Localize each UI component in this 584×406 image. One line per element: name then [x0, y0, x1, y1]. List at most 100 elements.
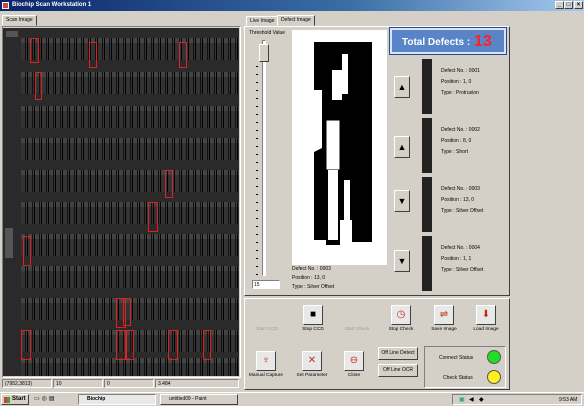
prev-defect-button[interactable]: ▲	[394, 136, 410, 158]
start-label: Start	[12, 396, 26, 402]
start-ccd-label: Start CCD	[256, 327, 278, 332]
status-coords: (7952,3813)	[2, 379, 52, 388]
close-label: Close	[347, 373, 361, 378]
explorer-icon[interactable]: ▤	[49, 396, 57, 402]
chip-row	[21, 106, 239, 128]
last-defect-button[interactable]: ▼	[394, 250, 410, 272]
load-image-button[interactable]: ⬇ Load Image	[466, 302, 506, 344]
connect-status-label: Connect Status	[439, 355, 474, 361]
defect-no: Defect No. : 0003	[441, 186, 480, 192]
threshold-track	[262, 40, 266, 276]
defect-pos: Position : 13, 0	[441, 197, 475, 203]
chip-row	[21, 266, 239, 288]
taskbar-item-biochip[interactable]: Biochip	[78, 394, 156, 405]
defect-marker[interactable]	[168, 330, 178, 360]
chip-row	[21, 358, 239, 376]
app-icon	[2, 2, 9, 9]
total-defects-label: Total Defects :	[402, 37, 471, 48]
defect-details: Defect No. : 0003 Position : 13, 0 Type …	[441, 184, 483, 217]
defect-marker[interactable]	[203, 330, 211, 360]
taskbar-item-paint[interactable]: untitled09 - Paint	[160, 394, 238, 405]
stop-check-label: Stop Check	[388, 327, 414, 332]
start-check-label: Start Check	[344, 327, 370, 332]
defect-marker[interactable]	[148, 202, 158, 232]
defect-item[interactable]: Defect No. : 0001 Position : 1, 0 Type :…	[416, 58, 508, 115]
tab-defect-image[interactable]: Defect Image	[277, 15, 315, 26]
stop-ccd-button[interactable]: ■ Stop CCD	[292, 302, 334, 344]
defect-pos: Position : 1, 0	[441, 79, 472, 85]
volume-icon[interactable]: ◀	[469, 396, 474, 403]
defect-details: Defect No. : 0004 Position : 1, 1 Type :…	[441, 243, 483, 276]
start-button[interactable]: Start	[1, 394, 29, 405]
windows-logo-icon	[4, 397, 10, 403]
tray-icon[interactable]: ◆	[479, 396, 484, 403]
status-cell: 0	[104, 379, 154, 388]
defect-marker[interactable]	[126, 330, 134, 360]
stop-icon: ■	[303, 305, 323, 325]
defect-marker[interactable]	[35, 72, 42, 100]
check-status-label: Check Status	[443, 375, 473, 381]
defect-no: Defect No. : 0001	[441, 68, 480, 74]
defect-type: Type : Short	[441, 149, 468, 155]
defect-marker[interactable]	[23, 236, 31, 266]
chip-row	[21, 38, 239, 60]
set-parameter-label: Set Parameter	[296, 373, 328, 378]
start-check-button[interactable]: Start Check	[338, 302, 376, 344]
defect-marker[interactable]	[116, 330, 126, 360]
scan-image[interactable]	[3, 28, 239, 376]
threshold-ticks	[256, 66, 258, 276]
capture-icon: ♆	[256, 351, 276, 371]
threshold-input[interactable]: 15	[252, 280, 280, 289]
start-ccd-button[interactable]: Start CCD	[248, 302, 286, 344]
tools-icon: ✕	[302, 351, 322, 371]
status-cell: 10	[53, 379, 103, 388]
threshold-slider-thumb[interactable]	[259, 44, 269, 62]
window-title: Biochip Scan Workstation 1	[12, 2, 92, 8]
defect-no: Defect No. : 0002	[441, 127, 480, 133]
quick-launch[interactable]: ▭◎▤	[34, 395, 74, 405]
defect-pos: Position : 1, 1	[441, 256, 472, 262]
defect-marker[interactable]	[30, 38, 39, 63]
stop-ccd-label: Stop CCD	[302, 327, 324, 332]
current-defect-pos: Position : 13, 0	[292, 275, 326, 281]
defect-thumbnail	[422, 118, 432, 173]
tab-scan-image[interactable]: Scan Image	[2, 15, 37, 26]
defect-marker[interactable]	[123, 298, 131, 326]
defect-item[interactable]: Defect No. : 0002 Position : 8, 0 Type :…	[416, 117, 508, 174]
defect-marker[interactable]	[21, 330, 31, 360]
chip-row	[21, 138, 239, 160]
defect-no: Defect No. : 0004	[441, 245, 480, 251]
defect-marker[interactable]	[165, 170, 173, 198]
chip-row	[21, 72, 239, 94]
defect-item[interactable]: Defect No. : 0003 Position : 13, 0 Type …	[416, 176, 508, 233]
set-parameter-button[interactable]: ✕ Set Parameter	[290, 348, 334, 388]
offline-detect-button[interactable]: Off Line Detect	[378, 347, 418, 360]
next-defect-button[interactable]: ▼	[394, 190, 410, 212]
browser-icon[interactable]: ◎	[42, 396, 49, 402]
close-window-button[interactable]: ×	[574, 1, 583, 9]
save-image-button[interactable]: ⇌ Save Image	[424, 302, 464, 344]
defect-marker[interactable]	[89, 42, 97, 68]
tab-live-image[interactable]: Live Image	[246, 16, 279, 26]
defect-type: Type : Silver Offset	[441, 267, 484, 273]
desktop-icon[interactable]: ▭	[34, 396, 42, 402]
scan-marker	[5, 228, 13, 258]
defect-item[interactable]: Defect No. : 0004 Position : 1, 1 Type :…	[416, 235, 508, 292]
minimize-button[interactable]: _	[555, 1, 564, 9]
defect-thumbnail	[422, 59, 432, 114]
first-defect-button[interactable]: ▲	[394, 76, 410, 98]
load-image-label: Load Image	[473, 327, 499, 332]
stop-check-button[interactable]: ◷ Stop Check	[380, 302, 422, 344]
defect-pos: Position : 8, 0	[441, 138, 472, 144]
save-icon: ⇌	[434, 305, 454, 325]
current-defect-type: Type : Silver Offset	[292, 284, 335, 290]
manual-capture-button[interactable]: ♆ Manual Capture	[246, 348, 286, 388]
total-defects-box: Total Defects : 13	[390, 28, 506, 54]
maximize-button[interactable]: □	[564, 1, 573, 9]
network-icon[interactable]: ▣	[459, 396, 465, 403]
defect-marker[interactable]	[179, 42, 187, 68]
offline-ocr-button[interactable]: Off Line OCR	[378, 364, 418, 377]
connect-status-led	[487, 350, 501, 364]
close-button[interactable]: ⊖ Close	[336, 348, 372, 388]
current-defect-info: Defect No. : 0003 Position : 13, 0 Type …	[292, 265, 334, 292]
